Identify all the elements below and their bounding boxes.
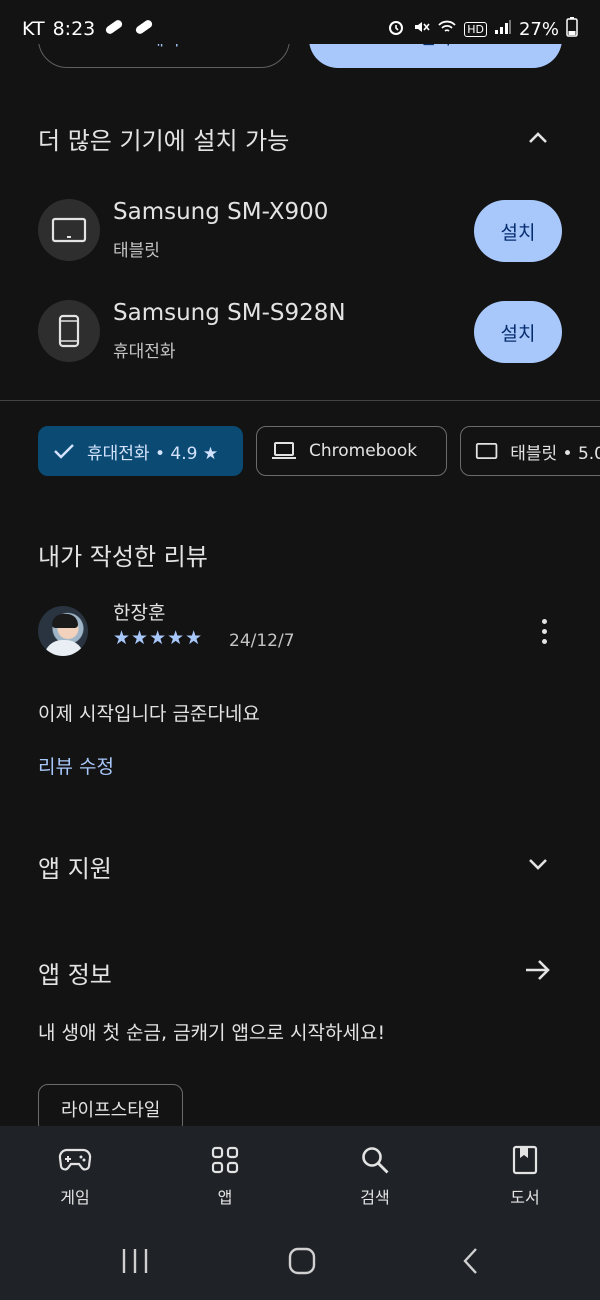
device-name: Samsung SM-S928N	[113, 300, 346, 326]
app-support-title[interactable]: 앱 지원	[38, 849, 112, 884]
chevron-down-icon[interactable]	[524, 850, 552, 878]
chevron-up-icon[interactable]	[524, 124, 552, 152]
nav-search[interactable]: 검색	[325, 1144, 425, 1208]
avatar-shirt	[44, 640, 84, 656]
system-navigation-bar	[0, 1226, 600, 1300]
install-button-phone[interactable]: 설치	[474, 301, 562, 363]
edit-review-link[interactable]: 리뷰 수정	[38, 752, 114, 779]
star-rating: ★★★★★	[113, 627, 204, 649]
nav-label: 게임	[60, 1188, 90, 1207]
chip-tablet[interactable]: 태블릿 • 5.0	[460, 426, 600, 476]
back-icon[interactable]	[460, 1246, 482, 1280]
chip-label: Chromebook	[309, 441, 418, 461]
laptop-icon	[272, 442, 296, 459]
review-text: 이제 시작입니다 금준다네요	[38, 703, 260, 725]
app-description: 내 생애 첫 순금, 금캐기 앱으로 시작하세요!	[38, 1022, 386, 1044]
reviewer-name: 한장훈	[113, 602, 166, 624]
install-button-tablet[interactable]: 설치	[474, 200, 562, 262]
device-type: 휴대전화	[113, 342, 176, 362]
arrow-right-icon[interactable]	[522, 956, 554, 984]
status-bar-overlay: KT 8:23 HD 27%	[0, 0, 600, 58]
battery-icon-overlay	[566, 16, 578, 42]
alarm-icon-overlay	[387, 18, 405, 41]
nav-label: 앱	[217, 1188, 233, 1207]
avatar-hair	[52, 614, 78, 628]
nav-label: 검색	[360, 1188, 390, 1207]
nav-games[interactable]: 게임	[25, 1144, 125, 1208]
gamepad-icon	[25, 1144, 125, 1176]
device-name: Samsung SM-X900	[113, 199, 329, 225]
book-icon	[475, 1144, 575, 1176]
check-icon	[54, 444, 74, 459]
more-options-icon[interactable]	[537, 619, 551, 649]
bottom-navigation: 게임 앱 검색 도서	[0, 1126, 600, 1226]
tablet-icon	[475, 442, 498, 460]
wifi-icon-overlay	[437, 18, 457, 41]
review-date: 24/12/7	[229, 631, 295, 651]
my-review-title: 내가 작성한 리뷰	[38, 543, 208, 571]
mute-icon-overlay	[412, 18, 430, 41]
tablet-icon	[38, 199, 100, 261]
home-icon[interactable]	[288, 1246, 316, 1280]
nav-books[interactable]: 도서	[475, 1144, 575, 1208]
recents-icon[interactable]	[121, 1246, 149, 1280]
signal-icon-overlay	[494, 19, 512, 40]
chip-chromebook[interactable]: Chromebook	[256, 426, 447, 476]
nav-apps[interactable]: 앱	[175, 1144, 275, 1208]
chip-label: 태블릿 • 5.0	[510, 443, 600, 464]
device-filter-chips: 휴대전화 • 4.9 ★ Chromebook 태블릿 • 5.0	[38, 426, 600, 478]
device-row-tablet: Samsung SM-X900 태블릿 설치	[38, 199, 562, 263]
avatar	[38, 606, 88, 656]
apps-grid-icon	[175, 1144, 275, 1176]
device-type: 태블릿	[113, 241, 160, 261]
section-divider	[0, 400, 600, 401]
device-row-phone: Samsung SM-S928N 휴대전화 설치	[38, 300, 562, 364]
battery-percent-overlay: 27%	[518, 18, 559, 40]
clock-overlay: 8:23	[52, 18, 96, 40]
more-devices-title: 더 많은 기기에 설치 가능	[38, 127, 290, 155]
hd-badge-overlay: HD	[464, 21, 487, 37]
phone-icon	[38, 300, 100, 362]
chip-label: 휴대전화 • 4.9 ★	[87, 443, 219, 464]
nav-label: 도서	[510, 1188, 540, 1207]
carrier-label-overlay: KT	[22, 18, 45, 40]
pill-icon-overlay	[103, 18, 125, 40]
search-icon	[325, 1144, 425, 1176]
app-info-title[interactable]: 앱 정보	[38, 955, 112, 990]
chip-phone[interactable]: 휴대전화 • 4.9 ★	[38, 426, 243, 476]
pill-icon-overlay-2	[133, 18, 155, 40]
